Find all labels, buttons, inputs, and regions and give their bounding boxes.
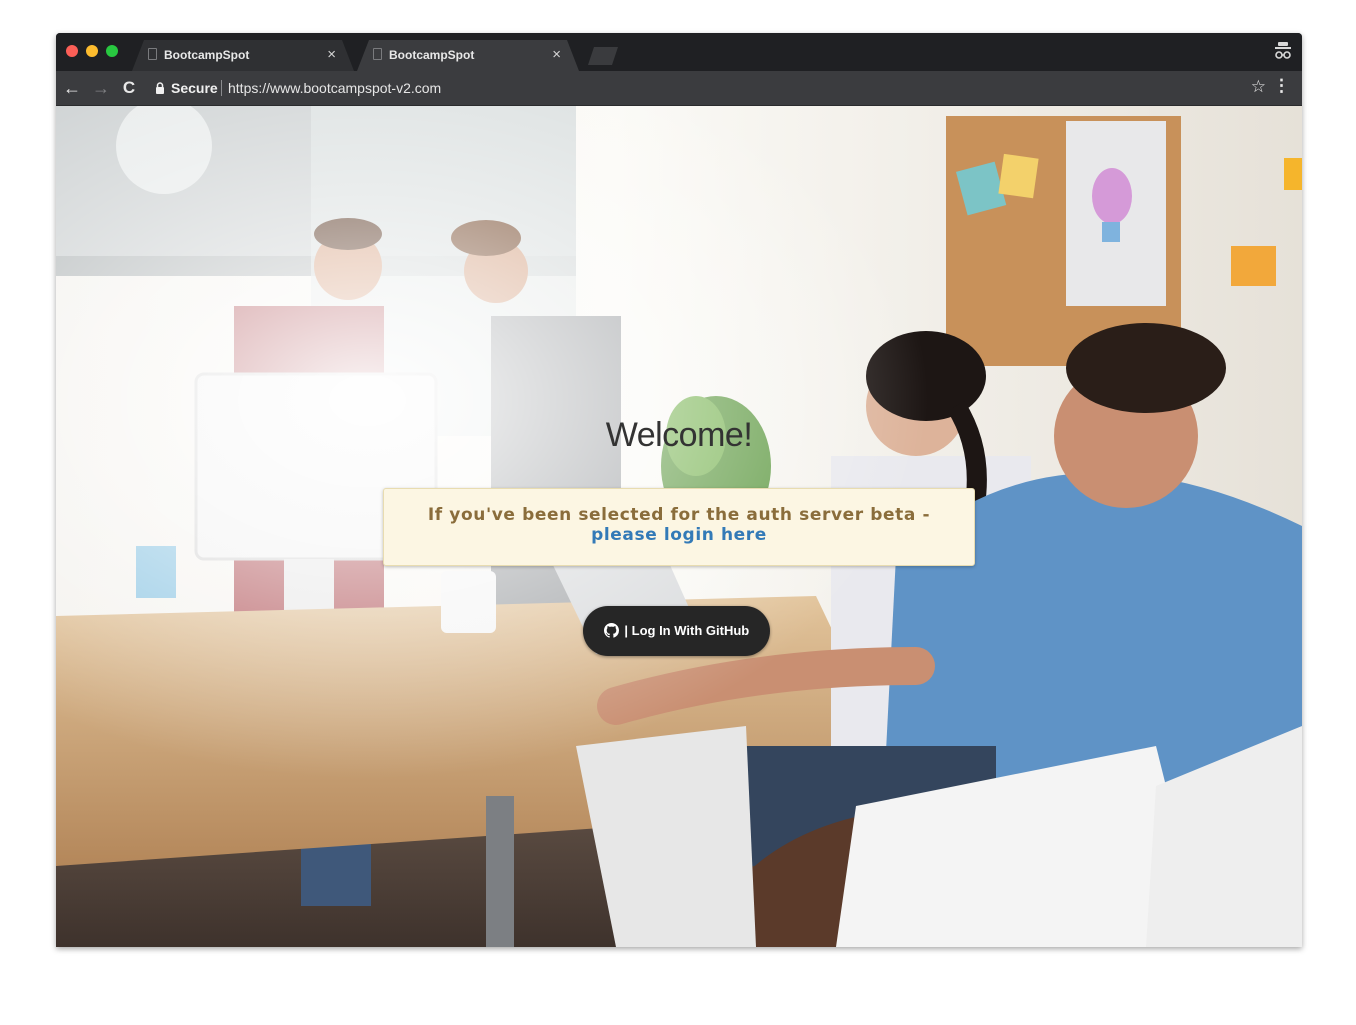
tab-title: BootcampSpot <box>389 48 475 62</box>
address-bar[interactable]: Secure https://www.bootcampspot-v2.com <box>146 75 1266 101</box>
minimize-window-button[interactable] <box>86 45 98 57</box>
page-icon <box>373 48 382 60</box>
github-icon <box>603 623 619 638</box>
close-window-button[interactable] <box>66 45 78 57</box>
tab-title: BootcampSpot <box>164 48 250 62</box>
tab-strip: BootcampSpot × BootcampSpot × <box>56 33 1302 71</box>
back-button[interactable]: ← <box>60 76 84 100</box>
tab-bootcampspot-2[interactable]: BootcampSpot × <box>357 40 579 71</box>
beta-notice-alert: If you've been selected for the auth ser… <box>383 488 975 566</box>
secure-label: Secure <box>171 80 218 96</box>
page-content: Welcome! If you've been selected for the… <box>56 106 1302 947</box>
page-icon <box>148 48 157 60</box>
incognito-icon <box>1274 41 1292 61</box>
beta-notice-text: If you've been selected for the auth ser… <box>427 505 931 525</box>
maximize-window-button[interactable] <box>106 45 118 57</box>
github-login-label: | Log In With GitHub <box>624 623 750 638</box>
lock-icon <box>156 82 164 94</box>
new-tab-button[interactable] <box>588 47 618 65</box>
browser-menu-icon[interactable]: ⋮ <box>1273 76 1290 96</box>
beta-login-link[interactable]: please login here <box>384 525 974 545</box>
forward-button[interactable]: → <box>89 76 113 100</box>
tab-bootcampspot-1[interactable]: BootcampSpot × <box>132 40 354 71</box>
close-icon[interactable]: × <box>552 46 561 63</box>
url-text[interactable]: https://www.bootcampspot-v2.com <box>228 80 441 96</box>
github-login-button[interactable]: | Log In With GitHub <box>583 606 770 656</box>
browser-toolbar: ← → C Secure https://www.bootcampspot-v2… <box>56 71 1302 106</box>
close-icon[interactable]: × <box>327 46 336 63</box>
address-divider <box>221 80 222 96</box>
reload-button[interactable]: C <box>117 76 141 100</box>
bookmark-star-icon[interactable]: ☆ <box>1251 77 1266 97</box>
browser-window: BootcampSpot × BootcampSpot × ← → C Secu… <box>56 33 1302 947</box>
welcome-heading: Welcome! <box>605 416 753 454</box>
